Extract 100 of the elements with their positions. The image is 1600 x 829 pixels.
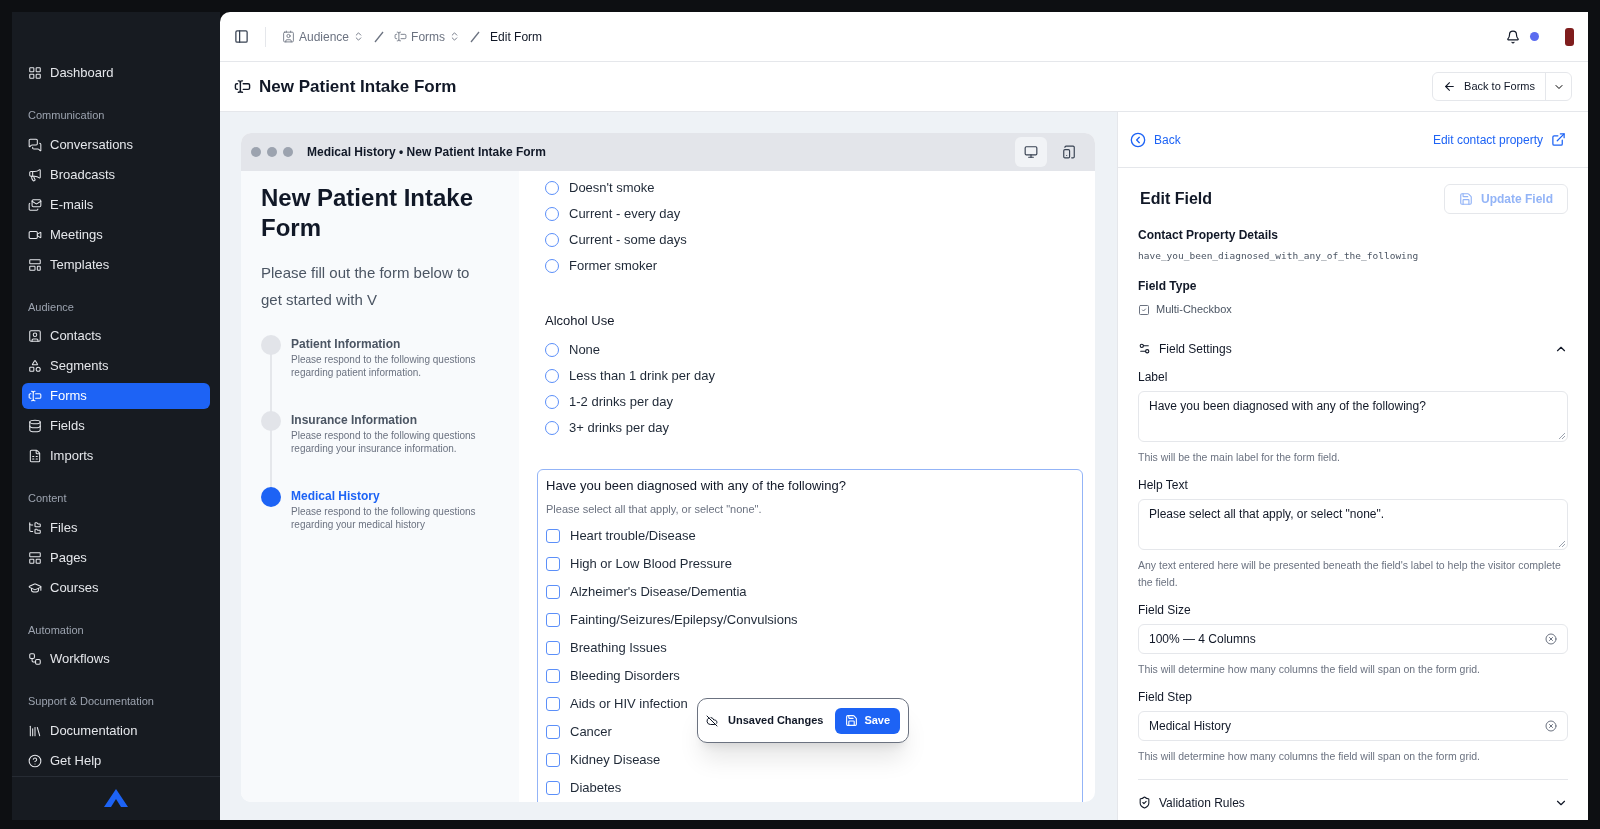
resize-handle-icon [1559,540,1565,547]
sidebar-item[interactable]: Documentation [22,717,210,744]
clear-icon[interactable] [1545,632,1557,645]
field-help: This will determine how many columns the field will span on the form grid. [1138,661,1481,677]
nav-icon [28,137,42,152]
sidebar-item[interactable]: Files [22,514,210,541]
checkbox[interactable] [546,612,560,627]
radio-button[interactable] [545,394,559,409]
sidebar-item[interactable]: Segments [22,353,210,379]
option-label: Less than 1 drink per day [569,366,715,385]
checkbox[interactable] [546,640,560,655]
page-title: New Patient Intake Form [259,75,457,98]
form-title: New Patient Intake Form [261,183,475,243]
back-link[interactable]: Back [1130,130,1181,149]
checkbox[interactable] [546,780,560,795]
section-label: Field Type [1138,278,1198,296]
breadcrumb-link[interactable]: Audience [282,27,365,46]
monitor-icon [1024,145,1038,159]
panel-title: Edit Field [1139,189,1212,209]
sidebar-item[interactable]: E-mails [22,191,210,218]
text-area[interactable]: Have you been diagnosed with any of the following? [1138,390,1568,442]
radio-button[interactable] [545,207,559,221]
nav-icon [28,449,42,463]
option-label: 1-2 drinks per day [569,392,674,411]
sidebar-item[interactable]: Pages [22,544,210,571]
radio-button[interactable] [545,342,559,357]
step-description: Please respond to the following questions regarding patient information. [291,353,477,379]
bell-icon[interactable] [1506,29,1520,44]
sidebar-item[interactable]: Dashboard [22,60,210,86]
sidebar-section-title: Automation [27,622,85,638]
sidebar-section-title: Communication [27,108,106,123]
radio-button[interactable] [545,233,559,247]
option-label: Heart trouble/Disease [570,526,696,545]
step-description: Please respond to the following questions regarding your medical history [291,505,477,531]
sidebar-item[interactable]: Broadcasts [22,161,210,188]
arrow-left-icon [1443,80,1457,93]
radio-button[interactable] [545,368,559,383]
sidebar-item[interactable]: Forms [22,383,210,409]
sidebar-item[interactable]: Contacts [22,323,210,349]
breadcrumb-link[interactable]: Edit Form [490,27,543,46]
unsaved-label: Unsaved Changes [728,713,824,729]
field-type-value: Multi-Checkbox [1156,302,1232,318]
nav-icon [28,329,42,343]
option-label: Bleeding Disorders [570,666,680,685]
form-intro: Please fill out the form below to get started with V [261,263,471,310]
option-label: Diabetes [570,778,622,797]
sidebar-section-title: Audience [27,299,75,315]
checkbox-icon [1138,303,1150,316]
sidebar-item[interactable]: Templates [22,251,210,278]
radio-button[interactable] [545,420,559,435]
sidebar-item[interactable]: Fields [22,413,210,439]
text-area[interactable]: Please select all that apply, or select "none". [1138,498,1568,550]
validation-rules-toggle[interactable]: Validation Rules [1138,793,1568,812]
save-button[interactable]: Save [835,707,901,734]
checkbox[interactable] [546,528,560,543]
radio-button[interactable] [545,259,559,273]
field-label: Field Step [1138,688,1194,706]
select-field[interactable]: 100% — 4 Columns [1138,623,1568,654]
option-label: High or Low Blood Pressure [570,554,732,573]
option-label: Fainting/Seizures/Epilepsy/Convulsions [570,610,798,629]
radio-button[interactable] [545,181,559,195]
checkbox[interactable] [546,696,560,711]
step-title: Medical History [291,488,381,505]
sidebar-item[interactable]: Meetings [22,221,210,248]
question-help: Please select all that apply, or select "none". [546,502,763,517]
avatar[interactable] [1565,27,1574,46]
option-label: Former smoker [569,257,658,276]
form-icon [234,78,251,95]
nav-icon [28,652,42,666]
sidebar-item[interactable]: Courses [22,574,210,601]
edit-contact-property-link[interactable]: Edit contact property [1432,130,1566,149]
option-label: Kidney Disease [570,750,661,769]
select-field[interactable]: Medical History [1138,710,1568,741]
question-label: Alcohol Use [545,312,616,330]
chevron-left-circle-icon [1130,131,1146,148]
checkbox[interactable] [546,668,560,683]
property-key: have_you_been_diagnosed_with_any_of_the_following [1138,249,1568,264]
desktop-view-button[interactable] [1015,137,1047,167]
option-label: Current - every day [569,205,681,224]
sidebar-item[interactable]: Conversations [22,131,210,158]
option-label: Aids or HIV infection [570,694,688,713]
checkbox[interactable] [546,556,560,571]
breadcrumb-link[interactable]: Forms [394,27,461,46]
nav-icon [28,167,42,182]
sidebar-item[interactable]: Workflows [22,646,210,672]
cloud-off-icon [706,714,718,727]
sidebar-section-title: Support & Documentation [27,694,155,709]
option-label: Breathing Issues [570,638,667,657]
field-help: Any text entered here will be presented beneath the field's label to help the visitor complete the field. [1138,557,1562,590]
contact-book-icon [282,30,295,43]
nav-icon [28,389,42,403]
checkbox[interactable] [546,724,560,739]
sidebar-toggle-icon[interactable] [234,29,249,44]
checkbox[interactable] [546,584,560,599]
sidebar-item[interactable]: Get Help [22,747,210,774]
sidebar-item[interactable]: Imports [22,443,210,469]
checkbox[interactable] [546,752,560,767]
field-settings-toggle[interactable]: Field Settings [1138,339,1568,358]
sidebar-section-title: Content [27,491,68,506]
clear-icon[interactable] [1545,719,1557,732]
